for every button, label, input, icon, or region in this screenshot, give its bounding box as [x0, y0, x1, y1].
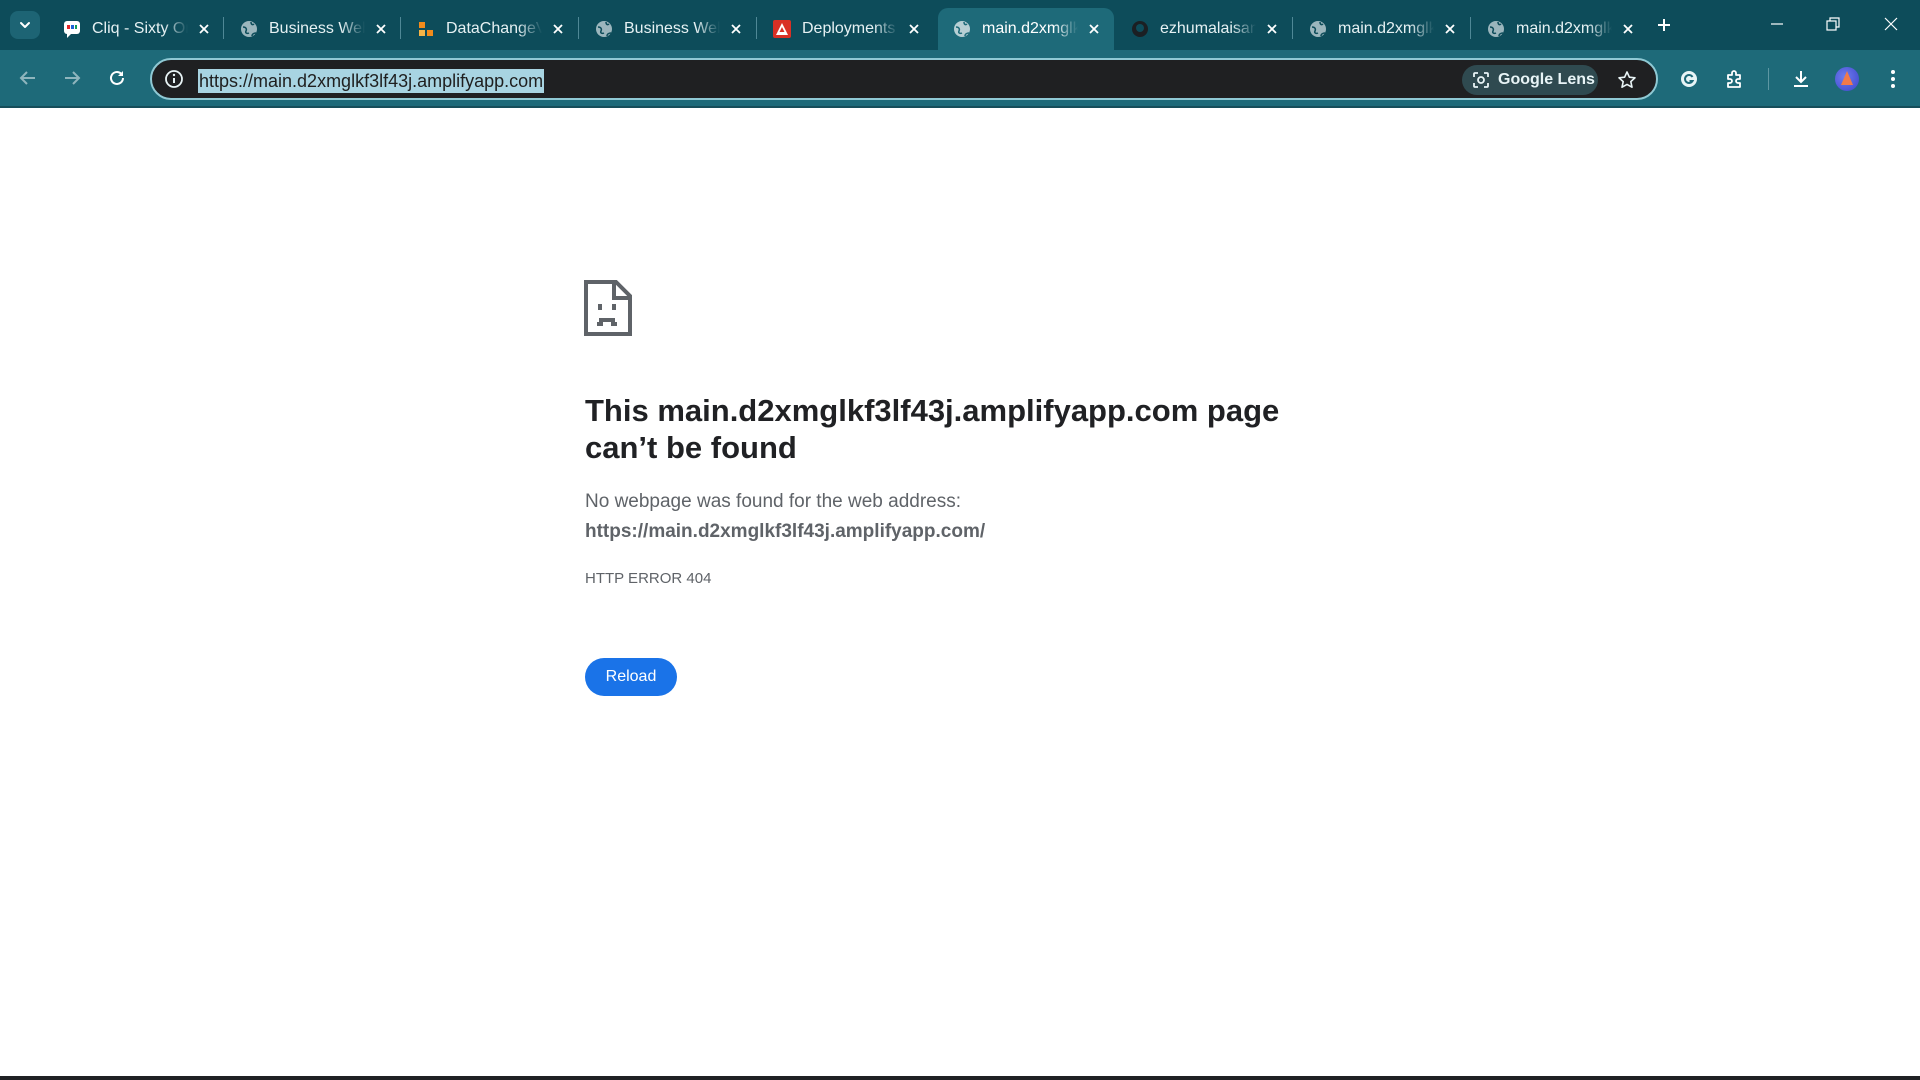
grammarly-icon — [1681, 71, 1697, 87]
star-icon — [1618, 71, 1636, 88]
tab-title: main.d2xmglkf3lf43j — [1516, 20, 1612, 37]
tab-title: ezhumalaisan — [1160, 20, 1256, 37]
tab-separator — [756, 17, 757, 39]
minimize-button[interactable] — [1748, 0, 1806, 48]
tab-business-website-1[interactable]: Business Website — [225, 8, 401, 50]
puzzle-icon — [1727, 70, 1741, 88]
error-code: HTTP ERROR 404 — [585, 570, 712, 587]
close-icon[interactable] — [1262, 19, 1282, 39]
close-icon[interactable] — [1440, 19, 1460, 39]
restore-button[interactable] — [1804, 0, 1862, 48]
tab-title: Business Website — [624, 20, 720, 37]
bottom-border — [0, 1076, 1920, 1080]
tab-separator — [578, 17, 579, 39]
downloads-button[interactable] — [1784, 62, 1818, 96]
close-icon[interactable] — [904, 19, 924, 39]
error-description: No webpage was found for the web address… — [585, 491, 962, 512]
google-lens-button[interactable]: Google Lens — [1462, 65, 1598, 95]
info-icon — [165, 70, 183, 88]
datachange-icon — [416, 19, 436, 39]
plus-icon — [1658, 19, 1670, 31]
tab-title: Business Website — [269, 20, 365, 37]
minimize-icon — [1771, 23, 1783, 25]
bookmark-button[interactable] — [1612, 65, 1642, 95]
aws-amplify-icon — [772, 19, 792, 39]
tab-cliq[interactable]: Cliq - Sixty One — [48, 8, 224, 50]
extensions-button[interactable] — [1718, 62, 1752, 96]
profile-button[interactable] — [1830, 62, 1864, 96]
chevron-down-icon — [20, 22, 30, 28]
tab-business-website-2[interactable]: Business Website — [580, 8, 756, 50]
tab-title: DataChangeView — [446, 20, 542, 37]
arrow-right-icon — [65, 71, 81, 85]
new-tab-button[interactable] — [1650, 11, 1678, 39]
google-lens-icon — [1473, 72, 1489, 88]
tab-separator — [223, 17, 224, 39]
tab-main-d2xmglkf3lf43j-2[interactable]: main.d2xmglkf3lf43j — [1294, 8, 1470, 50]
globe-icon — [239, 19, 259, 39]
globe-icon — [952, 19, 972, 39]
github-icon — [1130, 19, 1150, 39]
globe-icon — [594, 19, 614, 39]
close-window-button[interactable] — [1862, 0, 1920, 48]
toolbar-separator — [1768, 68, 1769, 90]
forward-button[interactable] — [54, 60, 90, 96]
google-lens-label: Google Lens — [1498, 71, 1595, 88]
reload-button[interactable]: Reload — [585, 658, 677, 696]
error-url: https://main.d2xmglkf3lf43j.amplifyapp.c… — [585, 521, 986, 542]
cliq-chat-icon — [62, 19, 82, 39]
address-bar[interactable]: https://main.d2xmglkf3lf43j.amplifyapp.c… — [150, 58, 1658, 100]
tab-main-d2xmglkf3lf43j-3[interactable]: main.d2xmglkf3lf43j — [1472, 8, 1648, 50]
close-icon — [1884, 17, 1898, 31]
tab-datachange[interactable]: DataChangeView — [402, 8, 578, 50]
close-icon[interactable] — [371, 19, 391, 39]
tab-title: Deployments — [802, 20, 896, 37]
sad-page-icon — [584, 280, 632, 336]
close-icon[interactable] — [726, 19, 746, 39]
close-icon[interactable] — [548, 19, 568, 39]
site-info-button[interactable] — [160, 65, 188, 93]
url-text[interactable]: https://main.d2xmglkf3lf43j.amplifyapp.c… — [198, 69, 545, 93]
reload-toolbar-button[interactable] — [99, 60, 135, 96]
globe-icon — [1486, 19, 1506, 39]
tab-search-button[interactable] — [10, 11, 40, 39]
tab-deployments[interactable]: Deployments — [758, 8, 934, 50]
avatar — [1835, 67, 1859, 91]
globe-icon — [1308, 19, 1328, 39]
close-icon[interactable] — [194, 19, 214, 39]
error-title: This main.d2xmglkf3lf43j.amplifyapp.com … — [585, 393, 1280, 465]
close-icon[interactable] — [1618, 19, 1638, 39]
tab-strip: Cliq - Sixty One Business Website DataCh… — [0, 0, 1920, 50]
tab-title: main.d2xmglkf3lf43j — [982, 20, 1078, 37]
back-button[interactable] — [10, 60, 46, 96]
close-icon[interactable] — [1084, 19, 1104, 39]
error-page: This main.d2xmglkf3lf43j.amplifyapp.com … — [0, 108, 1920, 1078]
browser-chrome: Cliq - Sixty One Business Website DataCh… — [0, 0, 1920, 108]
tab-title: Cliq - Sixty One — [92, 20, 188, 37]
toolbar: https://main.d2xmglkf3lf43j.amplifyapp.c… — [0, 50, 1920, 108]
menu-button[interactable] — [1876, 62, 1910, 96]
tab-title: main.d2xmglkf3lf43j — [1338, 20, 1434, 37]
grammarly-extension-button[interactable] — [1672, 62, 1706, 96]
tab-separator — [400, 17, 401, 39]
arrow-left-icon — [19, 71, 35, 85]
tab-github[interactable]: ezhumalaisan — [1116, 8, 1292, 50]
tab-main-d2xmglkf3lf43j-active[interactable]: main.d2xmglkf3lf43j — [938, 8, 1114, 50]
restore-icon — [1826, 17, 1840, 31]
reload-icon — [110, 70, 124, 85]
more-vertical-icon — [1891, 70, 1895, 88]
tab-separator — [1470, 17, 1471, 39]
tab-separator — [1292, 17, 1293, 39]
download-icon — [1794, 71, 1808, 87]
